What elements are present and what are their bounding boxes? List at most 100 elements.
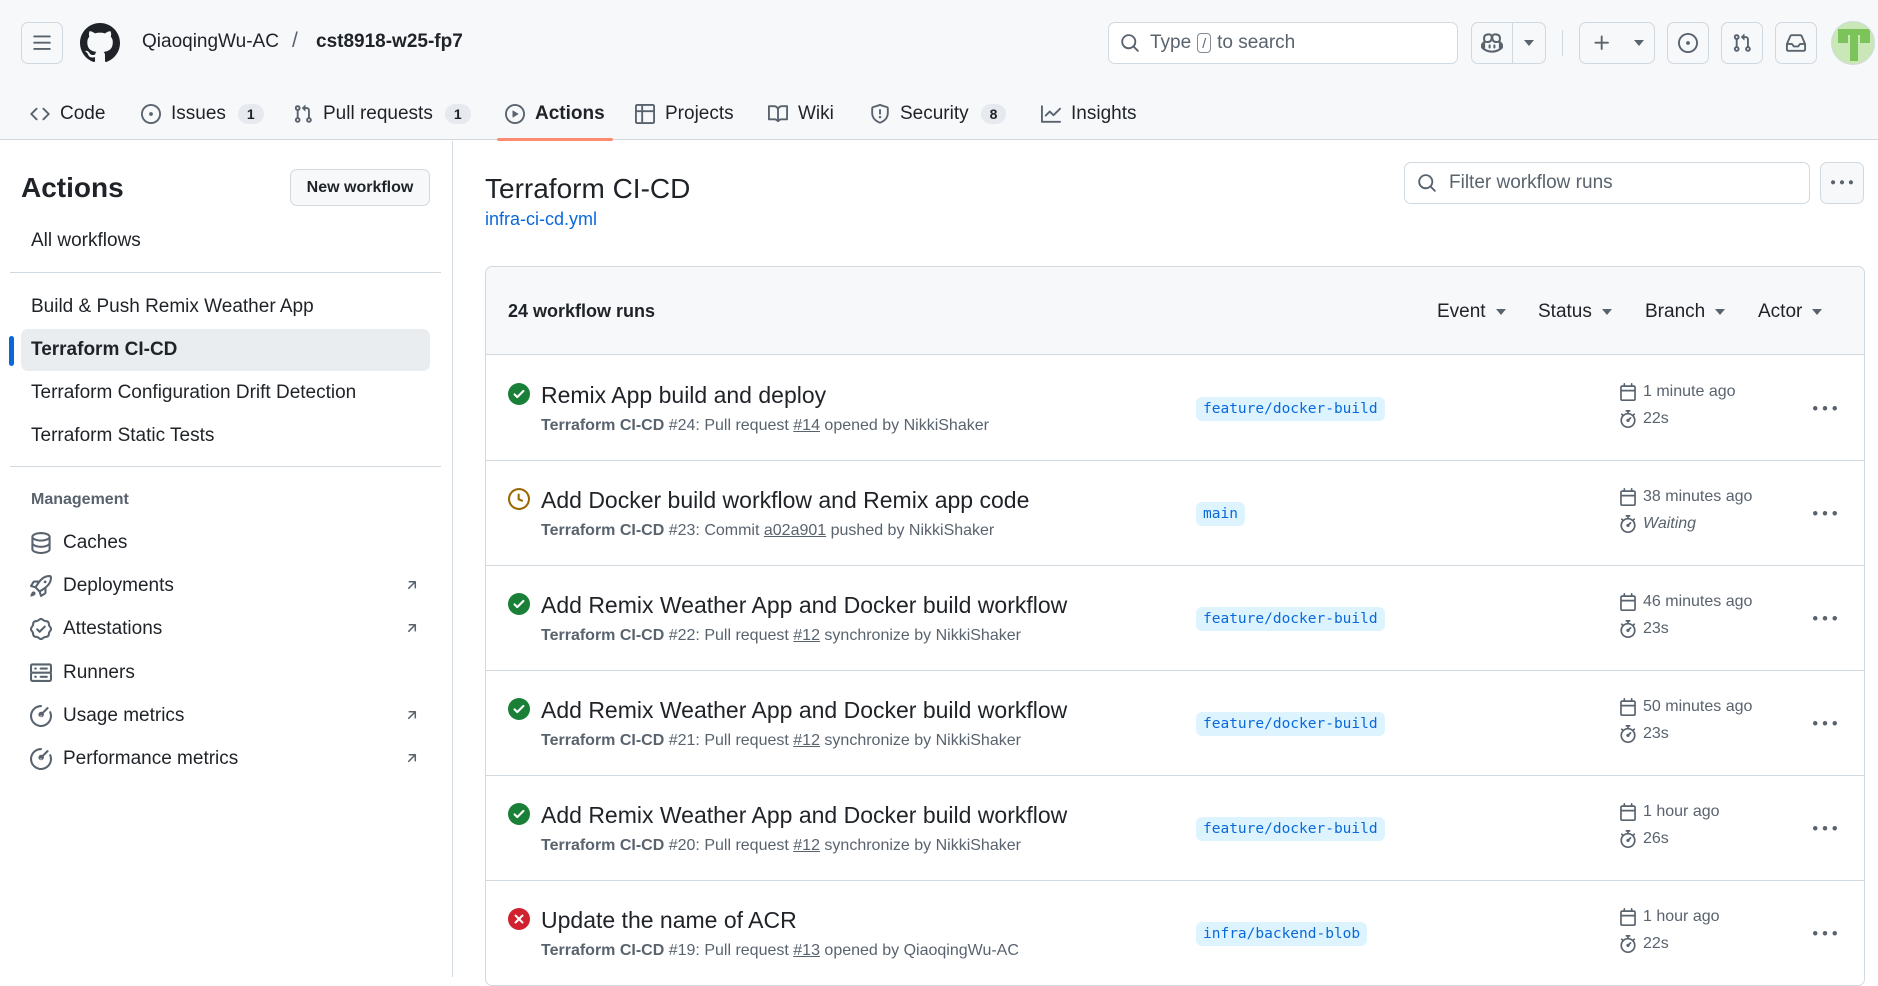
run-options-button[interactable] bbox=[1812, 501, 1838, 527]
kebab-horizontal-icon bbox=[1813, 931, 1837, 936]
tab-pull-requests[interactable]: Pull requests 1 bbox=[285, 88, 479, 140]
run-time-label: 38 minutes ago bbox=[1643, 488, 1753, 505]
run-title-link[interactable]: Update the name of ACR bbox=[541, 907, 797, 934]
run-status-icon bbox=[508, 698, 530, 720]
workflow-file-link[interactable]: infra-ci-cd.yml bbox=[485, 209, 597, 230]
run-meta: Terraform CI-CD #22: Pull request #12 sy… bbox=[541, 627, 1021, 645]
run-branch-badge[interactable]: main bbox=[1196, 502, 1245, 526]
tab-wiki-label: Wiki bbox=[798, 103, 834, 124]
calendar-icon bbox=[1620, 908, 1636, 926]
run-branch-badge[interactable]: feature/docker-build bbox=[1196, 397, 1385, 421]
global-search-input[interactable]: Type / to search bbox=[1108, 22, 1458, 64]
run-ref-link[interactable]: #13 bbox=[793, 942, 820, 959]
create-dropdown-chevron-icon[interactable] bbox=[1624, 23, 1654, 63]
clock-icon bbox=[508, 488, 530, 510]
run-ref-link[interactable]: a02a901 bbox=[764, 522, 826, 539]
run-branch-badge[interactable]: feature/docker-build bbox=[1196, 607, 1385, 631]
tab-actions[interactable]: Actions bbox=[497, 88, 613, 141]
run-ref-link[interactable]: #12 bbox=[793, 837, 820, 854]
tab-projects[interactable]: Projects bbox=[627, 88, 742, 140]
issues-button[interactable] bbox=[1667, 22, 1709, 64]
plus-icon[interactable] bbox=[1580, 23, 1624, 63]
copilot-button[interactable] bbox=[1471, 22, 1546, 64]
run-meta: Terraform CI-CD #20: Pull request #12 sy… bbox=[541, 837, 1021, 855]
arrow-up-right-icon bbox=[407, 624, 417, 633]
run-options-button[interactable] bbox=[1812, 606, 1838, 632]
run-options-button[interactable] bbox=[1812, 816, 1838, 842]
copilot-icon[interactable] bbox=[1472, 23, 1514, 63]
filter-actor-dropdown[interactable]: Actor bbox=[1758, 301, 1823, 323]
sidebar-item-performance-metrics[interactable]: Performance metrics bbox=[21, 739, 430, 779]
more-options-button[interactable] bbox=[1820, 162, 1864, 204]
repo-nav: Code Issues 1 Pull requests 1 Actions Pr… bbox=[0, 88, 1878, 141]
pull-requests-button[interactable] bbox=[1721, 22, 1763, 64]
sidebar-workflow-item[interactable]: Terraform Static Tests bbox=[21, 415, 430, 457]
sidebar-item-usage-metrics[interactable]: Usage metrics bbox=[21, 696, 430, 736]
run-title-link[interactable]: Add Remix Weather App and Docker build w… bbox=[541, 802, 1067, 829]
sidebar-workflow-item-selected[interactable]: Terraform CI-CD bbox=[21, 329, 430, 371]
tab-security[interactable]: Security 8 bbox=[862, 88, 1014, 140]
sidebar-item-caches[interactable]: Caches bbox=[21, 523, 430, 563]
sidebar-workflow-item[interactable]: Terraform Configuration Drift Detection bbox=[21, 372, 430, 414]
tab-code-label: Code bbox=[60, 103, 106, 124]
chevron-down-icon bbox=[1715, 309, 1726, 315]
workflow-run-row[interactable]: Update the name of ACR Terraform CI-CD #… bbox=[486, 881, 1864, 985]
user-avatar[interactable] bbox=[1831, 21, 1875, 65]
repo-name-link[interactable]: cst8918-w25-fp7 bbox=[316, 31, 463, 53]
run-title-link[interactable]: Add Remix Weather App and Docker build w… bbox=[541, 592, 1067, 619]
workflow-run-row[interactable]: Add Remix Weather App and Docker build w… bbox=[486, 776, 1864, 881]
run-ref-link[interactable]: #12 bbox=[793, 732, 820, 749]
server-icon bbox=[30, 663, 52, 682]
attestations-label: Attestations bbox=[63, 618, 163, 639]
run-branch-badge[interactable]: feature/docker-build bbox=[1196, 712, 1385, 736]
workflow-run-row[interactable]: Add Remix Weather App and Docker build w… bbox=[486, 566, 1864, 671]
filter-status-dropdown[interactable]: Status bbox=[1538, 301, 1612, 323]
run-duration: Waiting bbox=[1619, 515, 1696, 533]
run-time-label: 50 minutes ago bbox=[1643, 698, 1753, 715]
new-workflow-button[interactable]: New workflow bbox=[290, 169, 430, 206]
run-options-button[interactable] bbox=[1812, 711, 1838, 737]
copilot-dropdown-chevron-icon[interactable] bbox=[1513, 23, 1545, 63]
workflow-run-row[interactable]: Add Docker build workflow and Remix app … bbox=[486, 461, 1864, 566]
run-options-button[interactable] bbox=[1812, 396, 1838, 422]
run-options-button[interactable] bbox=[1812, 921, 1838, 947]
run-branch-badge[interactable]: infra/backend-blob bbox=[1196, 922, 1368, 946]
tab-code[interactable]: Code bbox=[22, 88, 113, 140]
run-time: 1 hour ago bbox=[1619, 803, 1720, 821]
run-title-link[interactable]: Add Docker build workflow and Remix app … bbox=[541, 487, 1029, 514]
run-ref-link[interactable]: #14 bbox=[793, 417, 820, 434]
run-title-link[interactable]: Add Remix Weather App and Docker build w… bbox=[541, 697, 1067, 724]
run-branch-badge[interactable]: feature/docker-build bbox=[1196, 817, 1385, 841]
run-title-link[interactable]: Remix App build and deploy bbox=[541, 382, 826, 409]
tab-wiki[interactable]: Wiki bbox=[760, 88, 842, 140]
tab-insights[interactable]: Insights bbox=[1033, 88, 1144, 140]
github-logo-icon[interactable] bbox=[80, 23, 120, 63]
run-meta: Terraform CI-CD #23: Commit a02a901 push… bbox=[541, 522, 994, 540]
create-new-button[interactable] bbox=[1579, 22, 1655, 64]
workflow-title: Terraform CI-CD bbox=[485, 173, 691, 204]
issues-count-badge: 1 bbox=[237, 104, 264, 124]
caches-label: Caches bbox=[63, 532, 128, 553]
sidebar-item-deployments[interactable]: Deployments bbox=[21, 566, 430, 606]
sidebar-workflow-item[interactable]: Build & Push Remix Weather App bbox=[21, 286, 430, 328]
filter-workflow-runs-input[interactable]: Filter workflow runs bbox=[1404, 162, 1810, 204]
sidebar-item-all-workflows[interactable]: All workflows bbox=[21, 220, 430, 262]
filter-branch-dropdown[interactable]: Branch bbox=[1645, 301, 1726, 323]
run-duration: 23s bbox=[1619, 725, 1669, 743]
workflow-run-row[interactable]: Remix App build and deploy Terraform CI-… bbox=[486, 356, 1864, 461]
sidebar-item-attestations[interactable]: Attestations bbox=[21, 609, 430, 649]
stopwatch-icon bbox=[1620, 830, 1636, 848]
filter-event-dropdown[interactable]: Event bbox=[1437, 301, 1506, 323]
run-ref-link[interactable]: #12 bbox=[793, 627, 820, 644]
filter-branch-label: Branch bbox=[1645, 301, 1706, 322]
repo-owner-link[interactable]: QiaoqingWu-AC bbox=[142, 31, 279, 53]
tab-issues[interactable]: Issues 1 bbox=[133, 88, 272, 140]
code-icon bbox=[30, 107, 50, 121]
tab-actions-label: Actions bbox=[535, 103, 605, 124]
play-icon bbox=[505, 104, 525, 124]
tab-issues-label: Issues bbox=[171, 103, 226, 124]
menu-button[interactable] bbox=[21, 22, 63, 64]
workflow-run-row[interactable]: Add Remix Weather App and Docker build w… bbox=[486, 671, 1864, 776]
inbox-button[interactable] bbox=[1775, 22, 1817, 64]
sidebar-item-runners[interactable]: Runners bbox=[21, 653, 430, 693]
